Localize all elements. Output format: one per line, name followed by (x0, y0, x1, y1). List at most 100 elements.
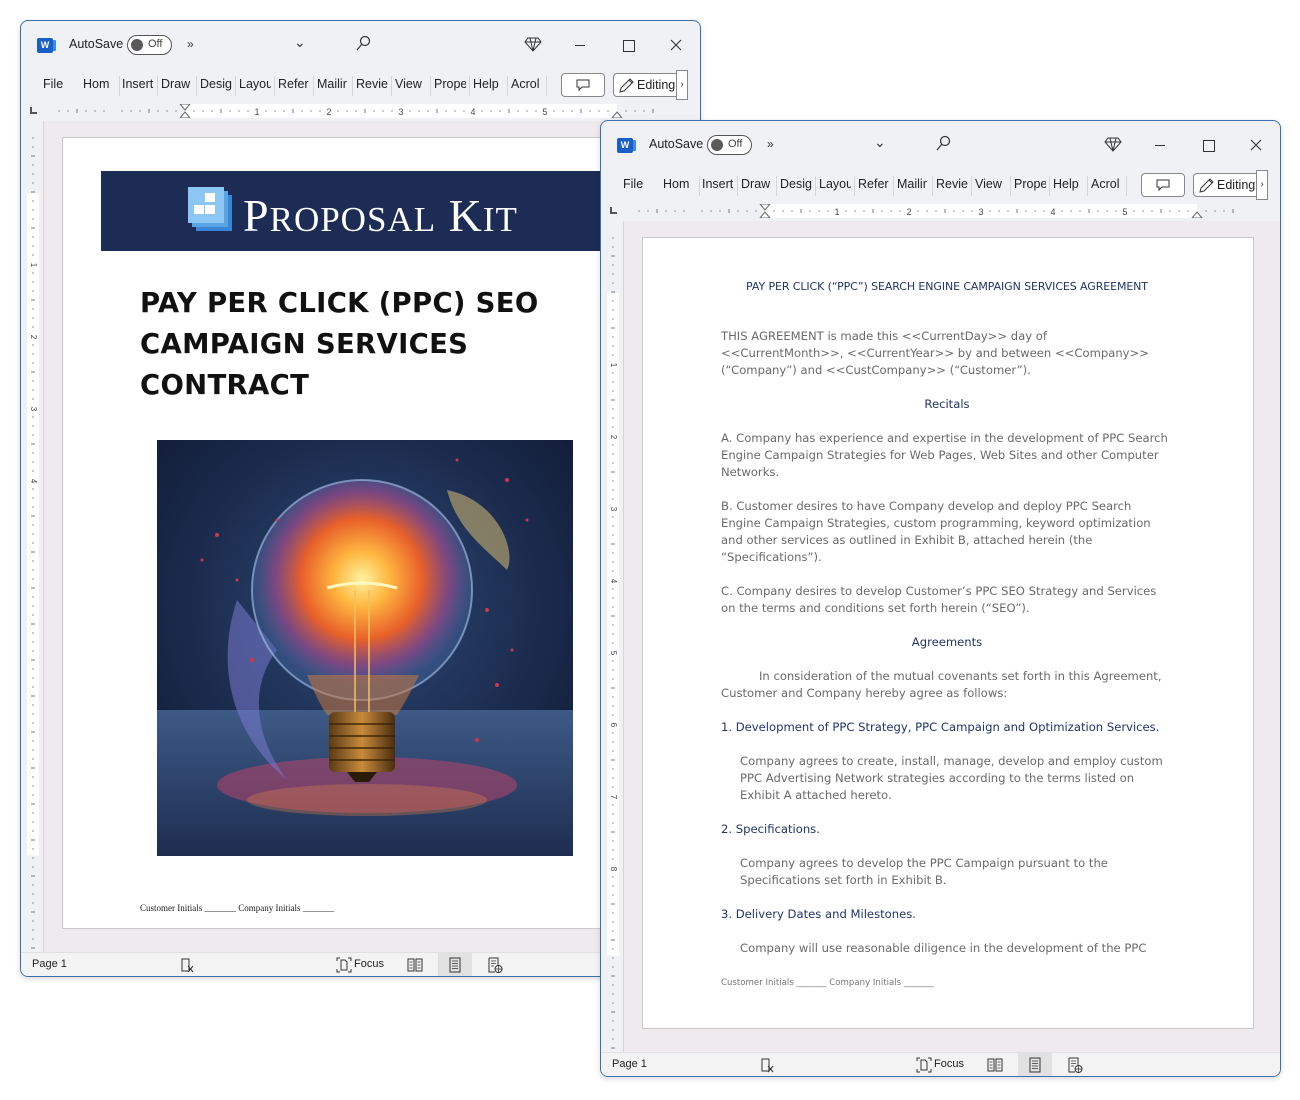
minimize-button[interactable] (1150, 135, 1170, 155)
ruler-number: 3 (398, 107, 403, 117)
ruler-track[interactable]: 1 2 3 4 5 (637, 204, 1241, 218)
ruler-number: 8 (609, 867, 618, 872)
tab-separator (815, 176, 816, 196)
comment-icon (576, 79, 590, 92)
proposal-kit-banner: PROPOSAL KIT (101, 171, 621, 251)
focus-button[interactable]: Focus (354, 958, 384, 970)
right-indent-marker[interactable] (1191, 211, 1203, 218)
tab-layout[interactable]: Layou (239, 77, 271, 91)
tab-help[interactable]: Help (1053, 177, 1083, 191)
tab-home[interactable]: Hom (83, 77, 117, 91)
tab-properties[interactable]: Prope (1014, 177, 1046, 191)
tab-selector[interactable] (610, 207, 617, 214)
focus-icon[interactable] (916, 1057, 932, 1073)
close-button[interactable] (1246, 135, 1266, 155)
ribbon-expand-button[interactable]: › (676, 70, 688, 100)
tab-design[interactable]: Desig (200, 77, 232, 91)
ribbon-expand-button[interactable]: › (1256, 170, 1268, 200)
ribbon-tabs: File Hom Insert Draw Desig Layou Refer M… (21, 70, 700, 100)
search-icon[interactable] (935, 135, 951, 153)
read-mode-icon[interactable] (407, 957, 423, 973)
web-layout-icon[interactable] (1067, 1057, 1083, 1073)
print-layout-icon[interactable] (1027, 1057, 1043, 1073)
tab-help[interactable]: Help (473, 77, 503, 91)
document-page[interactable]: PAY PER CLICK (“PPC”) SEARCH ENGINE CAMP… (642, 237, 1254, 1029)
tab-insert[interactable]: Insert (122, 77, 154, 91)
comments-button[interactable] (561, 73, 605, 97)
ruler-number: 4 (1050, 207, 1055, 217)
tab-insert[interactable]: Insert (702, 177, 734, 191)
tab-view[interactable]: View (975, 177, 1007, 191)
lightbulb-image[interactable] (157, 440, 573, 856)
search-icon[interactable] (355, 35, 371, 53)
maximize-button[interactable] (618, 35, 638, 55)
tab-references[interactable]: Refer (858, 177, 890, 191)
autosave-toggle[interactable]: Off (707, 135, 752, 155)
page-indicator[interactable]: Page 1 (32, 958, 67, 970)
close-button[interactable] (666, 35, 686, 55)
proofing-icon[interactable] (760, 1057, 776, 1073)
indent-marker[interactable] (759, 204, 771, 218)
section-body: Company agrees to create, install, manag… (740, 754, 1163, 802)
tab-mailings[interactable]: Mailir (317, 77, 349, 91)
minimize-button[interactable] (570, 35, 590, 55)
comments-button[interactable] (1141, 173, 1185, 197)
chevron-down-icon[interactable]: ⌄ (294, 34, 306, 51)
title-bar: W AutoSave Off » ⌄ (21, 21, 700, 69)
ruler-number: 6 (609, 723, 618, 728)
ruler-number: 2 (29, 335, 38, 340)
focus-button[interactable]: Focus (934, 1058, 964, 1070)
right-indent-marker[interactable] (611, 111, 623, 118)
tab-references[interactable]: Refer (278, 77, 310, 91)
tab-separator (313, 76, 314, 96)
ruler-ticks: 1 2 3 4 5 (58, 104, 654, 118)
tab-separator (507, 76, 508, 96)
tab-draw[interactable]: Draw (741, 177, 773, 191)
ruler-track[interactable]: 1 2 3 4 5 (57, 104, 661, 118)
indent-marker[interactable] (179, 104, 191, 118)
document-canvas[interactable]: PAY PER CLICK (“PPC”) SEARCH ENGINE CAMP… (623, 221, 1280, 1052)
ruler-number: 2 (326, 107, 331, 117)
read-mode-icon[interactable] (987, 1057, 1003, 1073)
tab-acrobat[interactable]: Acrol (1091, 177, 1123, 191)
more-commands-icon[interactable]: » (187, 37, 194, 51)
proofing-icon[interactable] (180, 957, 196, 973)
tab-file[interactable]: File (43, 77, 65, 91)
agreements-intro: In consideration of the mutual covenants… (721, 669, 1162, 700)
tab-selector[interactable] (30, 107, 37, 114)
diamond-icon[interactable] (1104, 135, 1122, 153)
print-layout-icon[interactable] (447, 957, 463, 973)
autosave-toggle[interactable]: Off (127, 35, 172, 55)
tab-review[interactable]: Revie (356, 77, 388, 91)
tab-review[interactable]: Revie (936, 177, 968, 191)
word-app-icon: W (617, 138, 636, 153)
tab-draw[interactable]: Draw (161, 77, 193, 91)
tab-acrobat[interactable]: Acrol (511, 77, 543, 91)
vertical-ruler: 1 2 3 4 (27, 137, 39, 949)
tab-design[interactable]: Desig (780, 177, 812, 191)
tab-mailings[interactable]: Mailir (897, 177, 929, 191)
editing-label: Editing (1217, 178, 1256, 192)
agreement-body: PAY PER CLICK (“PPC”) SEARCH ENGINE CAMP… (721, 278, 1173, 974)
page-indicator[interactable]: Page 1 (612, 1058, 647, 1070)
tab-properties[interactable]: Prope (434, 77, 466, 91)
chevron-down-icon[interactable]: ⌄ (874, 134, 886, 151)
focus-icon[interactable] (336, 957, 352, 973)
diamond-icon[interactable] (524, 35, 542, 53)
tab-separator (737, 176, 738, 196)
tab-view[interactable]: View (395, 77, 427, 91)
pencil-icon (1199, 178, 1214, 193)
tab-file[interactable]: File (623, 177, 645, 191)
ruler-number: 4 (470, 107, 475, 117)
ruler-number: 3 (609, 507, 618, 512)
maximize-button[interactable] (1198, 135, 1218, 155)
editing-mode-button[interactable]: Editing (613, 73, 677, 97)
editing-mode-button[interactable]: Editing (1193, 173, 1257, 197)
tab-separator (469, 76, 470, 96)
tab-layout[interactable]: Layou (819, 177, 851, 191)
more-commands-icon[interactable]: » (767, 137, 774, 151)
tab-home[interactable]: Hom (663, 177, 697, 191)
brand-word: ROPOSAL (269, 200, 437, 239)
web-layout-icon[interactable] (487, 957, 503, 973)
tab-separator (430, 76, 431, 96)
